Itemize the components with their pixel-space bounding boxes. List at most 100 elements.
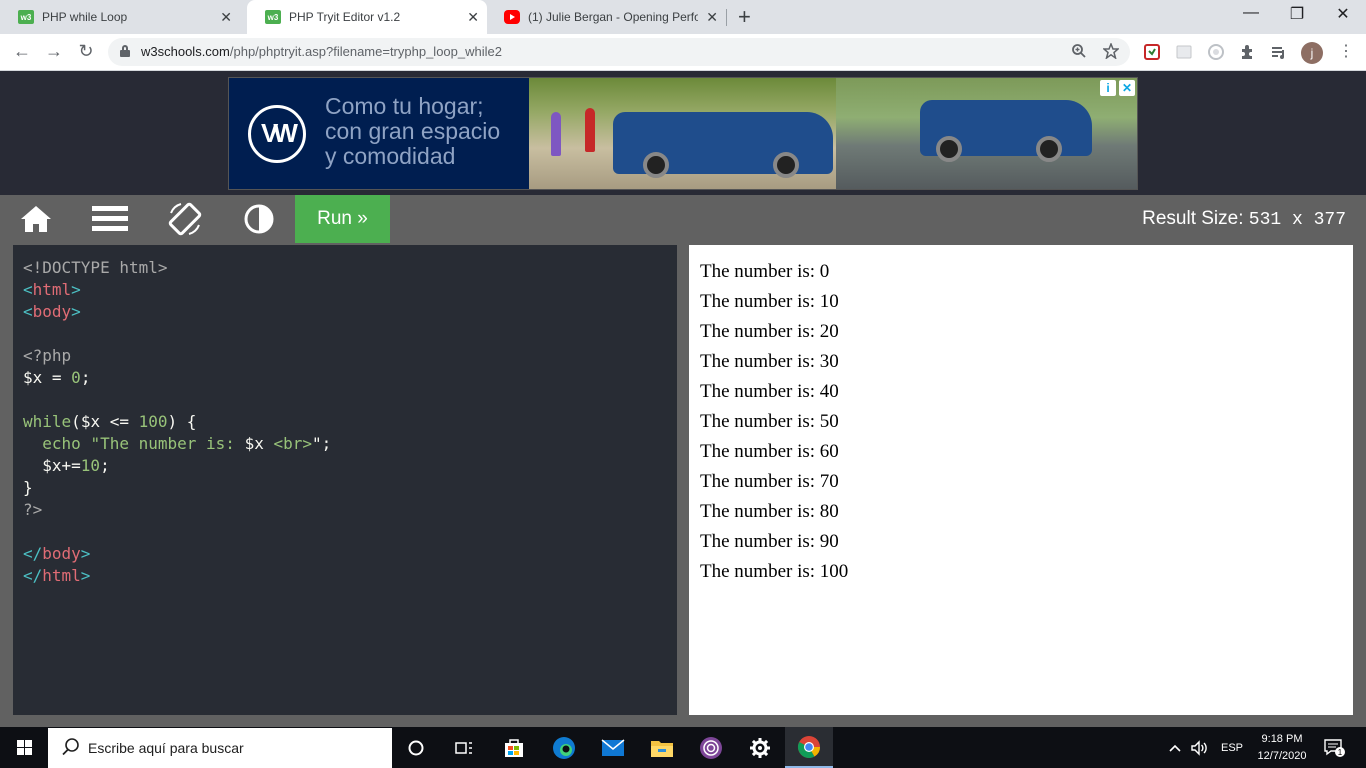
tab-close-icon[interactable]: ✕ bbox=[706, 9, 718, 26]
w3schools-icon: w3 bbox=[265, 10, 281, 24]
code-line[interactable]: echo "The number is: $x <br>"; bbox=[23, 433, 677, 455]
menu-icon[interactable] bbox=[86, 195, 134, 243]
code-token: = bbox=[42, 368, 72, 387]
car-wheel bbox=[1036, 136, 1062, 162]
task-view-icon[interactable] bbox=[440, 727, 488, 768]
search-icon bbox=[62, 738, 79, 756]
code-token: 100 bbox=[138, 412, 168, 431]
code-line[interactable]: <html> bbox=[23, 279, 677, 301]
theme-contrast-icon[interactable] bbox=[235, 195, 283, 243]
start-button[interactable] bbox=[0, 727, 48, 768]
search-placeholder: Escribe aquí para buscar bbox=[88, 740, 244, 756]
tab-youtube[interactable]: (1) Julie Bergan - Opening Perfor ✕ bbox=[486, 0, 726, 34]
input-language[interactable]: ESP bbox=[1221, 727, 1243, 768]
code-token: ; bbox=[100, 456, 110, 475]
close-window-button[interactable]: ✕ bbox=[1320, 4, 1366, 24]
code-line[interactable]: $x+=10; bbox=[23, 455, 677, 477]
new-tab-button[interactable]: + bbox=[738, 4, 751, 30]
chrome-icon[interactable] bbox=[785, 727, 833, 768]
ad-copy: Como tu hogar; con gran espacio y comodi… bbox=[325, 94, 500, 169]
profile-avatar[interactable]: j bbox=[1301, 42, 1323, 64]
code-token: </ bbox=[23, 566, 43, 585]
ad-copy-panel: VW Como tu hogar; con gran espacio y com… bbox=[229, 78, 529, 189]
ad-car-photo bbox=[529, 78, 836, 189]
bookmark-star-icon[interactable] bbox=[1103, 43, 1119, 59]
extension-grid-icon[interactable] bbox=[1175, 43, 1193, 61]
code-token: <!DOCTYPE html> bbox=[23, 258, 168, 277]
code-line[interactable]: while($x <= 100) { bbox=[23, 411, 677, 433]
adchoices[interactable]: i ✕ bbox=[1100, 80, 1135, 96]
code-line[interactable]: </html> bbox=[23, 565, 677, 587]
taskbar-clock[interactable]: 9:18 PM 12/7/2020 bbox=[1250, 731, 1314, 765]
extension-shield-icon[interactable] bbox=[1143, 43, 1161, 61]
code-token: ; bbox=[80, 368, 91, 387]
cortana-icon[interactable] bbox=[392, 727, 440, 768]
media-queue-icon[interactable] bbox=[1270, 43, 1288, 61]
result-line: The number is: 0 bbox=[700, 261, 830, 282]
code-line[interactable] bbox=[23, 389, 677, 411]
edge-icon[interactable] bbox=[540, 727, 588, 768]
tab-close-icon[interactable]: ✕ bbox=[467, 9, 479, 26]
result-line: The number is: 50 bbox=[700, 411, 839, 432]
volume-icon[interactable] bbox=[1190, 727, 1208, 768]
adchoices-info-icon[interactable]: i bbox=[1100, 80, 1116, 96]
car-wheel bbox=[643, 152, 669, 178]
code-line[interactable] bbox=[23, 323, 677, 345]
taskbar-search[interactable]: Escribe aquí para buscar bbox=[48, 728, 392, 768]
zoom-icon[interactable] bbox=[1071, 43, 1087, 59]
settings-gear-icon[interactable] bbox=[736, 727, 784, 768]
code-editor[interactable]: <!DOCTYPE html> <html> <body> <?php $x = 0; w… bbox=[13, 245, 677, 715]
minimize-button[interactable]: — bbox=[1228, 4, 1274, 22]
ad-zone: VW Como tu hogar; con gran espacio y com… bbox=[0, 71, 1366, 195]
notifications-icon[interactable]: 1 bbox=[1324, 727, 1346, 768]
code-line[interactable]: $x = 0; bbox=[23, 367, 677, 389]
tab-php-while-loop[interactable]: w3 PHP while Loop ✕ bbox=[0, 0, 240, 34]
run-button[interactable]: Run » bbox=[295, 195, 390, 243]
code-line[interactable]: <!DOCTYPE html> bbox=[23, 257, 677, 279]
ad-close-icon[interactable]: ✕ bbox=[1119, 80, 1135, 96]
code-token: ) { bbox=[167, 412, 197, 431]
forward-button[interactable]: → bbox=[42, 41, 66, 62]
code-token: while bbox=[23, 412, 72, 431]
extensions-puzzle-icon[interactable] bbox=[1239, 43, 1257, 61]
rotate-screen-icon[interactable] bbox=[161, 195, 209, 243]
mail-icon[interactable] bbox=[589, 727, 637, 768]
ad-car-photo bbox=[836, 78, 1137, 189]
tryit-toolbar: Run » Result Size: 531 x 377 bbox=[0, 195, 1366, 243]
reload-button[interactable]: ↻ bbox=[74, 41, 98, 62]
url-text[interactable]: w3schools.com/php/phptryit.asp?filename=… bbox=[141, 44, 502, 59]
lock-icon[interactable] bbox=[120, 45, 130, 57]
file-explorer-icon[interactable] bbox=[638, 727, 686, 768]
code-token: > bbox=[71, 302, 81, 321]
code-token: "; bbox=[312, 434, 332, 453]
code-line[interactable] bbox=[23, 521, 677, 543]
person-figure bbox=[551, 112, 561, 156]
extension-circle-icon[interactable] bbox=[1207, 43, 1225, 61]
address-bar[interactable]: w3schools.com/php/phptryit.asp?filename=… bbox=[108, 38, 1130, 66]
code-line[interactable]: ?> bbox=[23, 499, 677, 521]
tab-php-tryit-editor[interactable]: w3 PHP Tryit Editor v1.2 ✕ bbox=[247, 0, 487, 34]
restore-button[interactable]: ❐ bbox=[1274, 4, 1320, 24]
clock-time: 9:18 PM bbox=[1261, 733, 1303, 745]
ad-line: y comodidad bbox=[325, 143, 456, 169]
result-size-value: 531 x 377 bbox=[1248, 210, 1346, 230]
tor-browser-icon[interactable] bbox=[687, 727, 735, 768]
code-line[interactable]: </body> bbox=[23, 543, 677, 565]
home-icon[interactable] bbox=[12, 195, 60, 243]
code-line[interactable]: <?php bbox=[23, 345, 677, 367]
result-size-label: Result Size: bbox=[1142, 208, 1244, 229]
tab-title: PHP while Loop bbox=[42, 10, 128, 24]
w3schools-icon: w3 bbox=[18, 10, 34, 24]
browser-menu-icon[interactable]: ⋮ bbox=[1334, 41, 1358, 61]
show-hidden-icons-chevron[interactable] bbox=[1168, 727, 1182, 768]
tab-close-icon[interactable]: ✕ bbox=[220, 9, 232, 26]
code-line[interactable]: } bbox=[23, 477, 677, 499]
vw-advertisement[interactable]: VW Como tu hogar; con gran espacio y com… bbox=[228, 77, 1138, 190]
code-line[interactable]: <body> bbox=[23, 301, 677, 323]
result-frame[interactable]: The number is: 0 The number is: 10 The num… bbox=[689, 245, 1353, 715]
person-figure bbox=[585, 108, 595, 152]
vw-logo: VW bbox=[248, 105, 306, 163]
code-token: $x bbox=[23, 368, 43, 387]
back-button[interactable]: ← bbox=[10, 41, 34, 62]
store-icon[interactable] bbox=[490, 727, 538, 768]
